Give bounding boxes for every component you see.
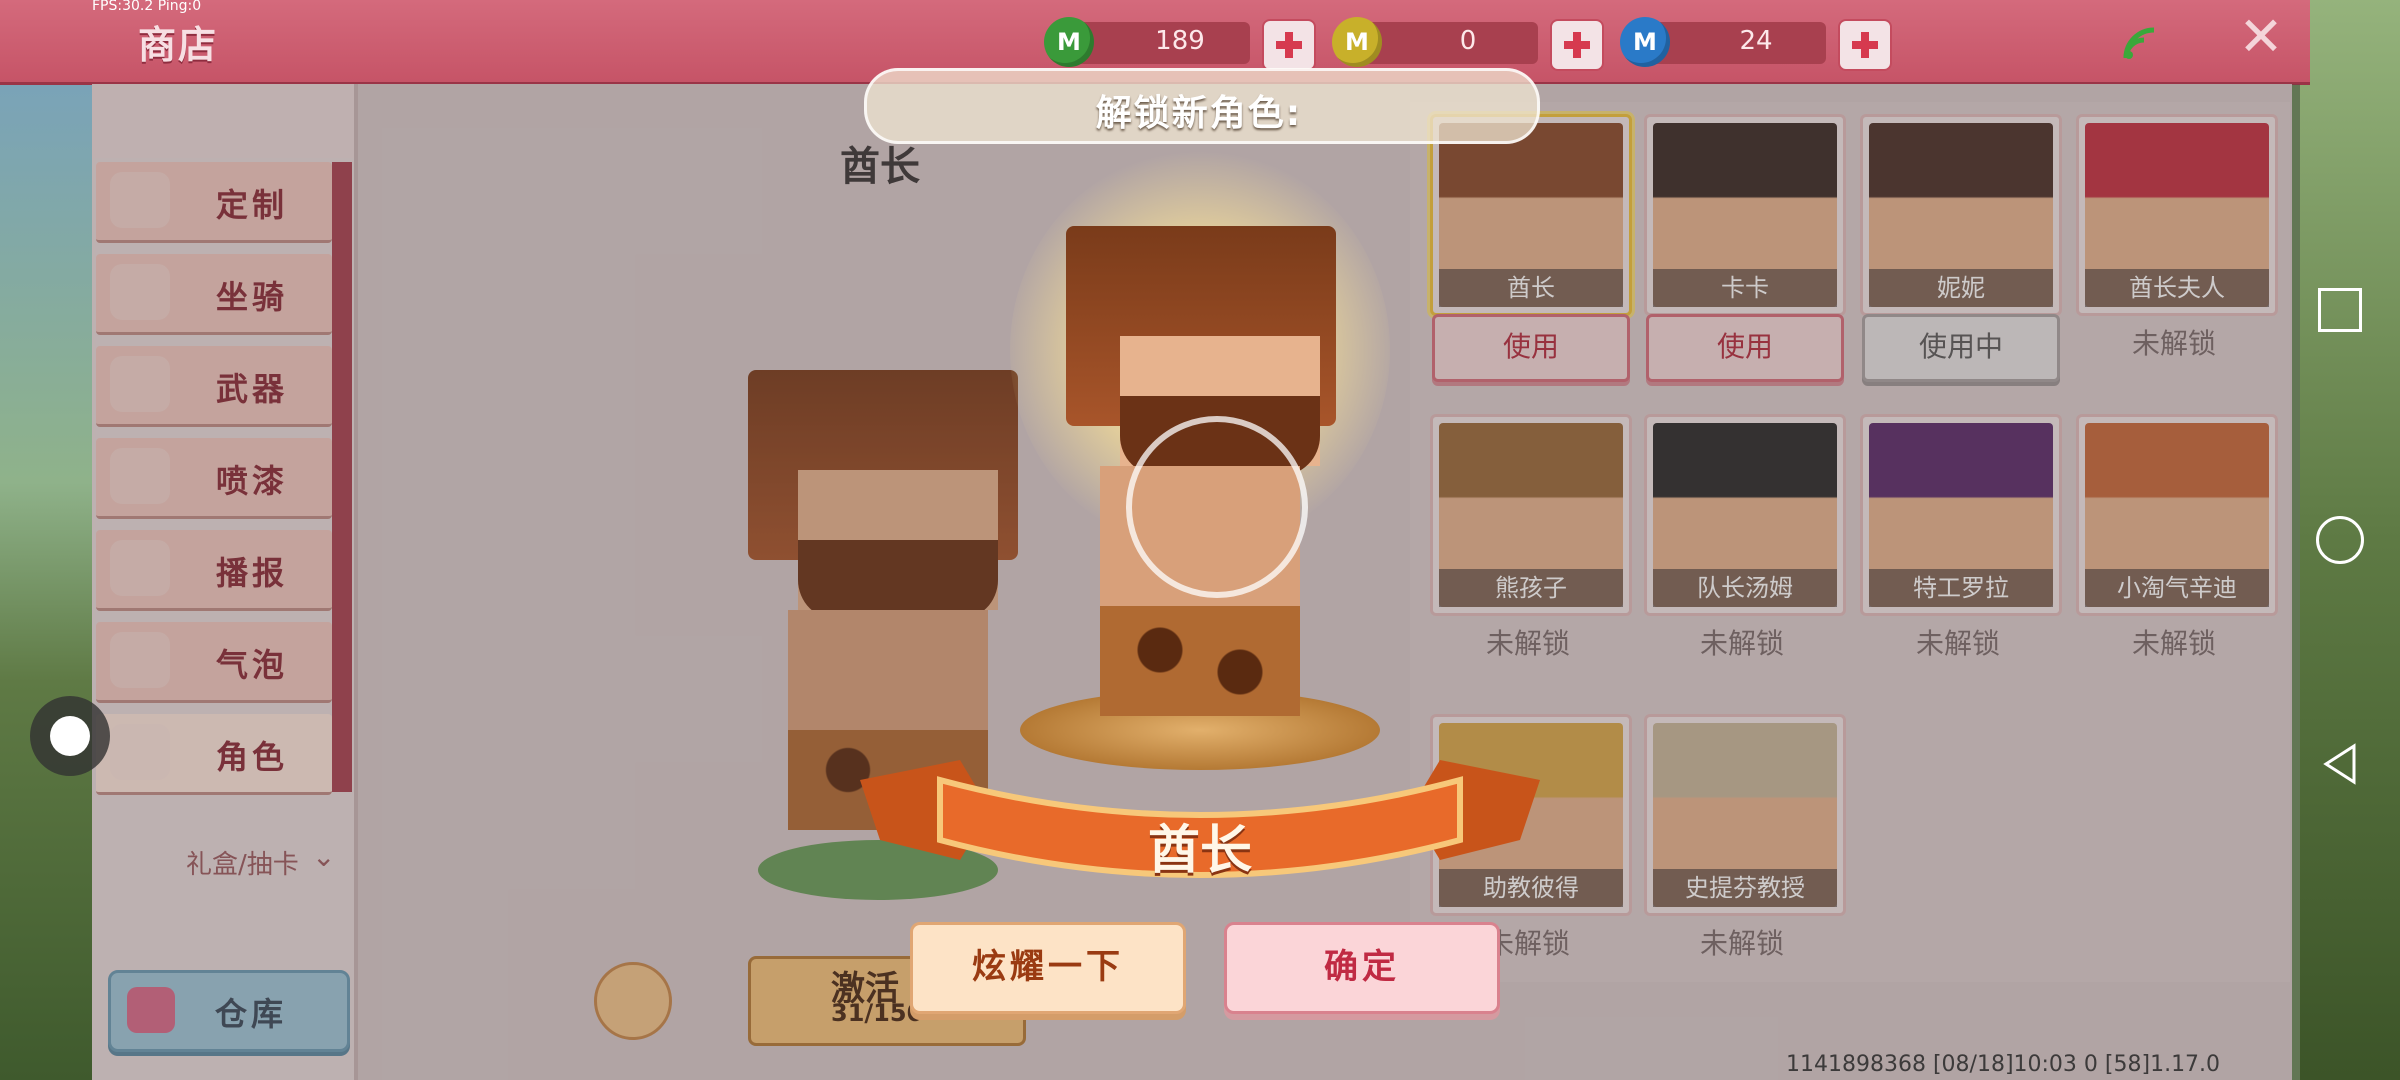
- yellow-m-coin-icon: M: [1332, 17, 1382, 67]
- currency-value-yellow: 0: [1459, 26, 1477, 56]
- close-icon[interactable]: ✕: [2236, 10, 2286, 64]
- unlock-title: 解锁新角色:: [1095, 93, 1303, 134]
- blue-m-coin-icon: M: [1620, 17, 1670, 67]
- ribbon-character-name: 酋长: [1147, 821, 1252, 881]
- currency-value-green: 189: [1155, 26, 1205, 56]
- home-icon[interactable]: [2316, 516, 2364, 564]
- back-icon[interactable]: [2318, 742, 2362, 786]
- currency-value-blue: 24: [1739, 26, 1773, 56]
- add-green-coin-button[interactable]: [1262, 19, 1316, 71]
- show-off-button[interactable]: 炫耀一下: [910, 922, 1186, 1014]
- magnifier-icon: [1126, 416, 1308, 598]
- recent-apps-icon[interactable]: [2318, 288, 2362, 332]
- add-blue-coin-button[interactable]: [1838, 19, 1892, 71]
- signal-icon: [2123, 27, 2155, 59]
- background-scenery-left: [0, 84, 96, 1080]
- confirm-button[interactable]: 确定: [1224, 922, 1500, 1014]
- page-title: 商店: [138, 23, 219, 67]
- status-line: 1141898368 [08/18]10:03 0 [58]1.17.0: [1786, 1052, 2221, 1077]
- floating-assist-ball[interactable]: [30, 696, 110, 776]
- green-m-coin-icon: M: [1044, 17, 1094, 67]
- add-yellow-coin-button[interactable]: [1550, 19, 1604, 71]
- fps-readout: FPS:30.2 Ping:0: [92, 0, 202, 14]
